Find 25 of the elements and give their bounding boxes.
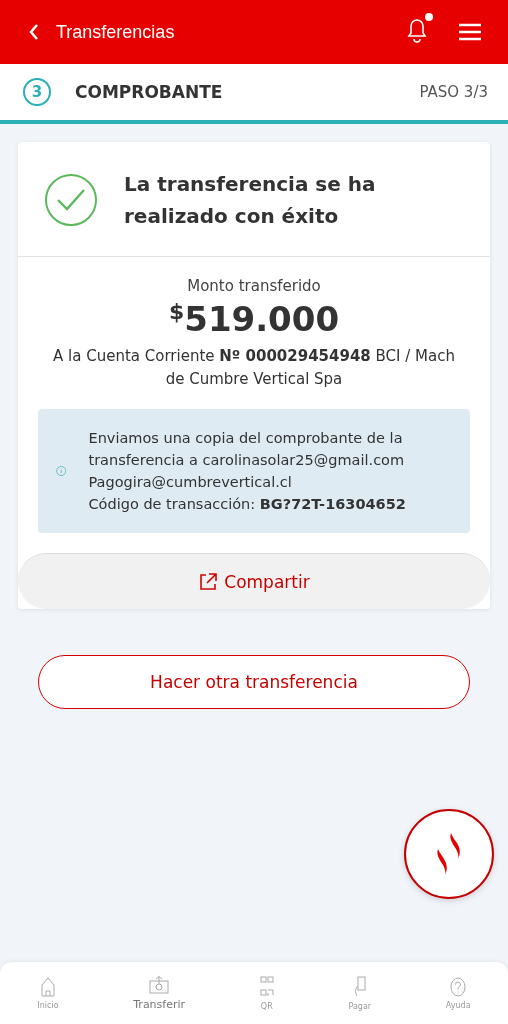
nav-item[interactable]: QR xyxy=(253,974,280,1012)
transfer-icon xyxy=(149,975,170,994)
header-title: Transferencias xyxy=(56,21,175,43)
nav-item[interactable]: Ayuda xyxy=(439,975,477,1011)
step-number: 3 xyxy=(23,78,51,106)
step-title: COMPROBANTE xyxy=(75,82,223,102)
brand-button[interactable] xyxy=(404,809,494,900)
nav-item[interactable]: Transferir xyxy=(127,974,192,1012)
back-icon[interactable] xyxy=(28,23,40,41)
qr-icon xyxy=(259,975,274,998)
success-message: La transferencia se ha realizado con éxito xyxy=(124,171,377,230)
amount-label: Monto transferido xyxy=(187,277,321,295)
phone-hand-icon xyxy=(352,975,367,998)
share-button[interactable]: Compartir xyxy=(18,553,490,610)
nav-item[interactable]: Pagar xyxy=(342,974,378,1012)
new-transfer-button[interactable]: Hacer otra transferencia xyxy=(38,655,470,710)
amount-value: $^{$}$519.000 xyxy=(168,299,340,340)
menu-icon[interactable] xyxy=(458,23,482,41)
help-icon xyxy=(450,976,467,997)
info-text: Enviamos una copia del comprobante de la transferencia a carolinasolar25@gmail.com Pagogira@cumbrevertical.cl Código de transacción: BG?72T-16304652 xyxy=(88,429,407,515)
destination-account: A la Cuenta Corriente Nº 000029454948 BCI / Mach de Cumbre Vertical Spa xyxy=(52,346,456,391)
nav-item[interactable]: Inicio xyxy=(31,975,65,1011)
share-icon xyxy=(198,571,219,592)
home-icon xyxy=(40,976,55,997)
check-circle-icon xyxy=(44,173,98,227)
